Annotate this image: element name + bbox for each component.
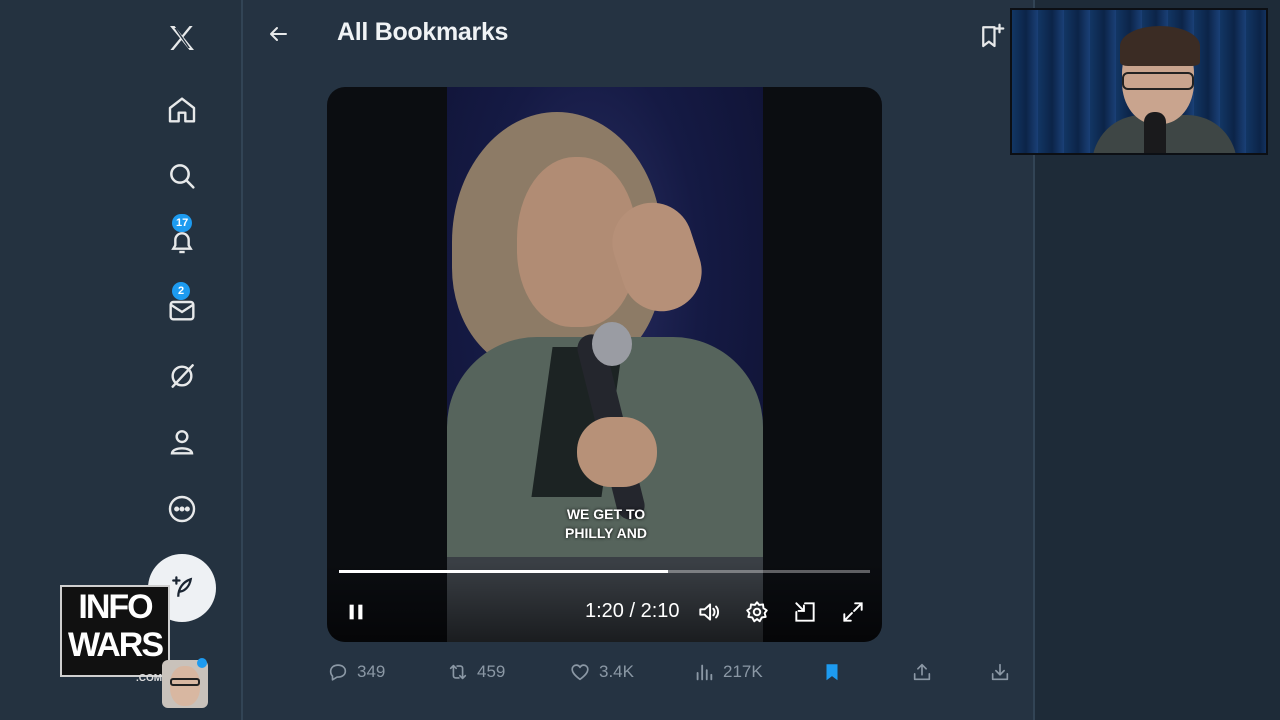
broadcast-logo: INFO WARS .COM bbox=[60, 585, 170, 685]
search-icon[interactable] bbox=[162, 156, 202, 196]
notifications-nav[interactable]: 17 bbox=[162, 214, 202, 262]
like-count: 3.4K bbox=[599, 662, 634, 681]
profile-icon[interactable] bbox=[162, 422, 202, 462]
progress-bar[interactable] bbox=[339, 570, 870, 573]
new-folder-button[interactable] bbox=[974, 18, 1010, 54]
reply-button[interactable]: 349 bbox=[327, 654, 385, 690]
progress-fill bbox=[339, 570, 669, 573]
arrow-left-icon bbox=[270, 27, 287, 41]
x-logo-icon[interactable] bbox=[162, 18, 202, 58]
pip-button[interactable] bbox=[791, 597, 819, 627]
like-icon bbox=[571, 664, 589, 681]
caption-line-1: WE GET TO bbox=[566, 506, 646, 522]
fullscreen-icon bbox=[843, 602, 863, 622]
post-actions: 349 459 3.4K 217K bbox=[327, 654, 1027, 690]
pause-button[interactable] bbox=[341, 595, 371, 629]
views-icon bbox=[696, 664, 713, 681]
video-frame bbox=[447, 87, 763, 642]
pip-icon bbox=[795, 602, 815, 622]
share-icon bbox=[913, 663, 931, 681]
repost-icon bbox=[449, 664, 467, 680]
home-icon[interactable] bbox=[162, 90, 202, 130]
download-button[interactable] bbox=[989, 654, 1011, 690]
like-button[interactable]: 3.4K bbox=[569, 654, 634, 690]
reply-icon bbox=[329, 664, 347, 681]
feather-plus-icon bbox=[172, 576, 193, 597]
video-player[interactable]: WE GET TO PHILLY AND 1:20 / 2:10 bbox=[327, 87, 882, 642]
share-button[interactable] bbox=[911, 654, 933, 690]
fullscreen-button[interactable] bbox=[839, 597, 867, 627]
logo-line-2: WARS bbox=[68, 626, 164, 664]
notifications-badge: 17 bbox=[172, 214, 193, 232]
page-title: All Bookmarks bbox=[337, 18, 509, 46]
download-icon bbox=[991, 663, 1009, 681]
video-caption: WE GET TO PHILLY AND bbox=[545, 505, 667, 543]
reply-count: 349 bbox=[357, 662, 386, 681]
logo-suffix: .COM bbox=[136, 673, 163, 684]
messages-nav[interactable]: 2 bbox=[162, 282, 202, 330]
more-icon[interactable] bbox=[162, 489, 202, 529]
back-button[interactable] bbox=[262, 18, 294, 50]
host-video-overlay bbox=[1010, 8, 1268, 155]
volume-icon bbox=[699, 603, 720, 621]
repost-button[interactable]: 459 bbox=[447, 654, 505, 690]
views-button[interactable]: 217K bbox=[693, 654, 763, 690]
volume-button[interactable] bbox=[695, 597, 723, 627]
bookmark-icon bbox=[826, 664, 838, 681]
pause-icon bbox=[349, 604, 363, 620]
account-status-dot bbox=[197, 658, 207, 668]
messages-badge: 2 bbox=[172, 282, 190, 300]
video-time: 1:20 / 2:10 bbox=[585, 600, 680, 622]
repost-count: 459 bbox=[477, 662, 506, 681]
settings-button[interactable] bbox=[743, 597, 771, 627]
bookmark-button[interactable] bbox=[821, 654, 843, 690]
caption-line-2: PHILLY AND bbox=[565, 525, 647, 541]
settings-icon bbox=[746, 601, 768, 623]
grok-icon[interactable] bbox=[162, 356, 202, 396]
views-count: 217K bbox=[723, 662, 763, 681]
logo-line-1: INFO bbox=[78, 588, 153, 626]
bookmark-plus-icon bbox=[982, 23, 1005, 48]
